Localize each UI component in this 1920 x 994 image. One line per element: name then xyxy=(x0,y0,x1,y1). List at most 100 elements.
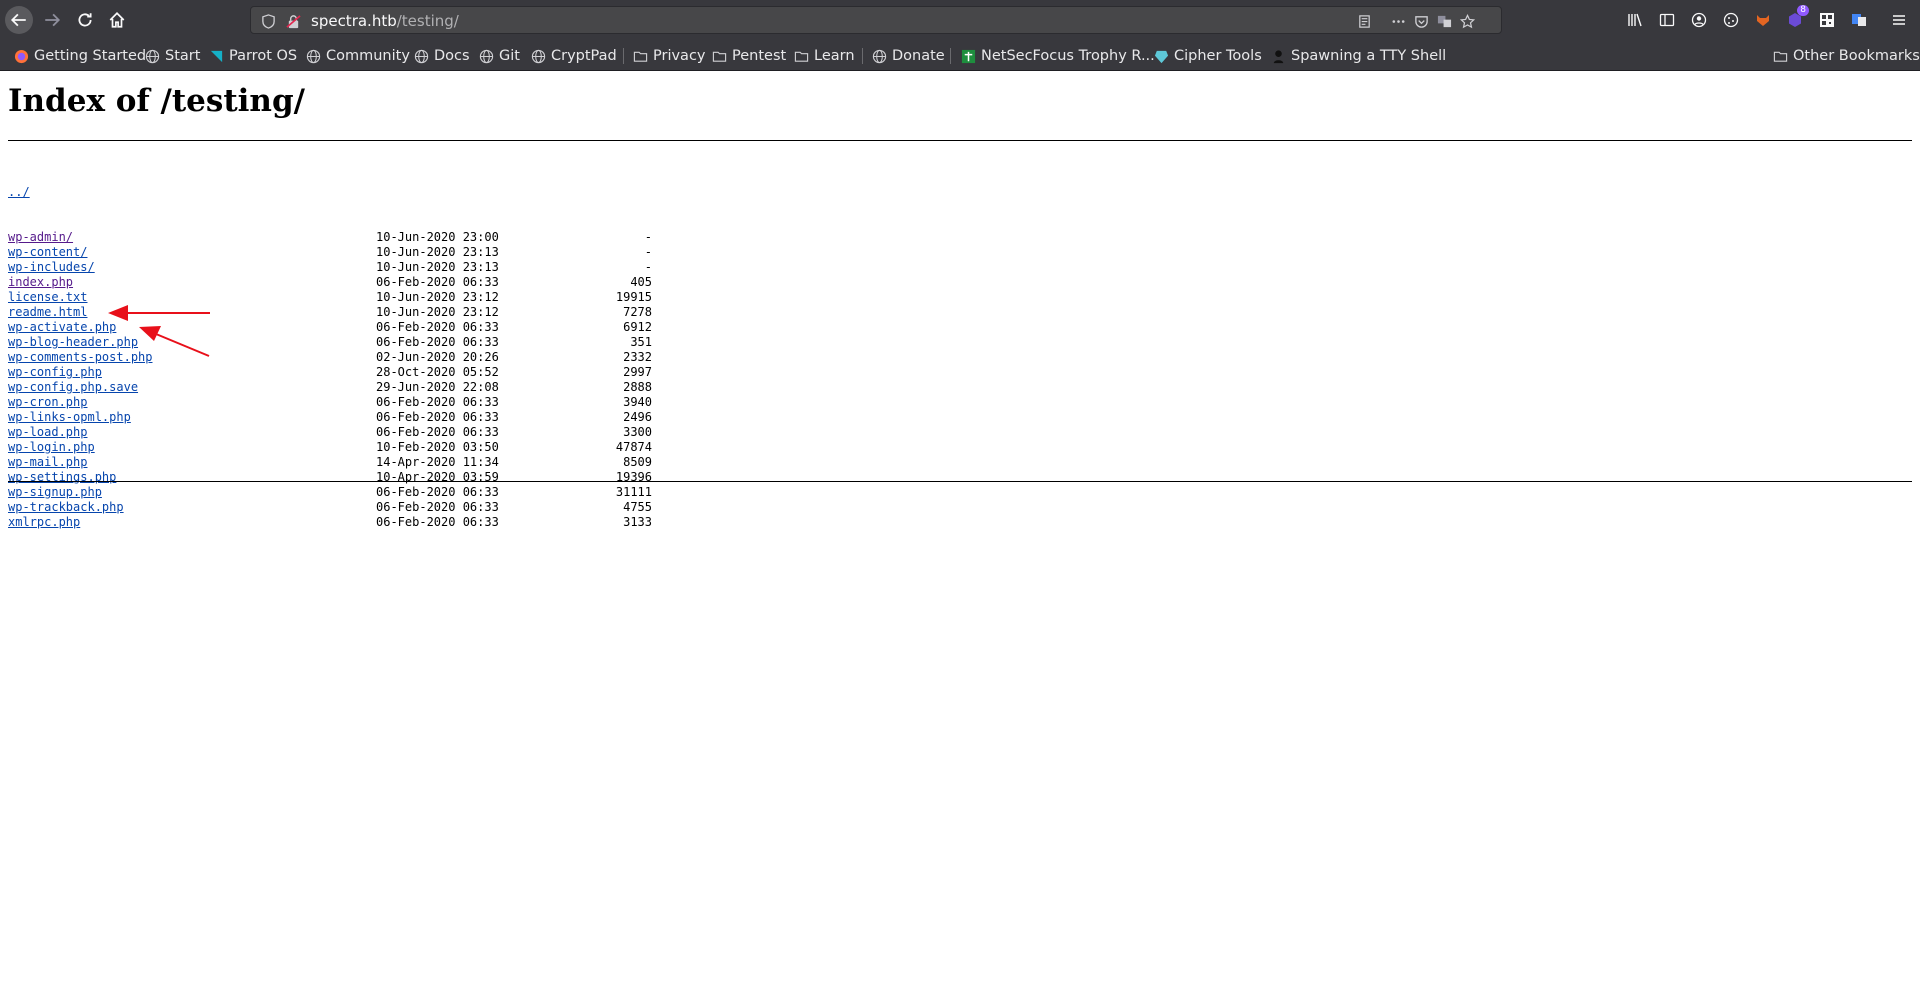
bookmark-netsecfocus[interactable]: NetSecFocus Trophy R... xyxy=(960,46,1155,66)
table-row: wp-config.php.save 29-Jun-2020 22:08 2888 xyxy=(8,380,652,395)
other-bookmarks[interactable]: Other Bookmarks xyxy=(1772,46,1920,66)
file-date: 29-Jun-2020 22:08 xyxy=(376,380,499,394)
menu-icon[interactable] xyxy=(1888,9,1910,31)
file-link[interactable]: wp-signup.php xyxy=(8,485,102,500)
file-link[interactable]: wp-comments-post.php xyxy=(8,350,153,365)
shield-icon[interactable] xyxy=(259,12,277,30)
bookmark-community[interactable]: Community xyxy=(305,46,410,66)
bookmark-label: CryptPad xyxy=(551,48,617,64)
bookmark-cryptpad[interactable]: CryptPad xyxy=(530,46,617,66)
bookmark-git[interactable]: Git xyxy=(478,46,520,66)
account-icon[interactable] xyxy=(1688,9,1710,31)
bookmark-label: Start xyxy=(165,48,201,64)
file-link[interactable]: wp-links-opml.php xyxy=(8,410,131,425)
file-link[interactable]: wp-trackback.php xyxy=(8,500,124,515)
file-link[interactable]: readme.html xyxy=(8,305,87,320)
back-button[interactable] xyxy=(5,6,33,34)
insecure-lock-icon[interactable] xyxy=(284,12,302,30)
library-icon[interactable] xyxy=(1624,9,1646,31)
file-date: 10-Apr-2020 03:59 xyxy=(376,470,499,484)
qr-code-icon[interactable] xyxy=(1816,9,1838,31)
bookmark-folder-pentest[interactable]: Pentest xyxy=(711,46,786,66)
reader-view-icon[interactable] xyxy=(1355,12,1373,30)
file-link[interactable]: wp-includes/ xyxy=(8,260,95,275)
file-link[interactable]: wp-settings.php xyxy=(8,470,116,485)
table-row: xmlrpc.php 06-Feb-2020 06:33 3133 xyxy=(8,515,652,530)
forward-button[interactable] xyxy=(38,6,66,34)
bottom-divider xyxy=(8,481,1912,482)
url-text[interactable]: spectra.htb/testing/ xyxy=(311,12,459,30)
pocket-icon[interactable] xyxy=(1412,12,1430,30)
file-date: 06-Feb-2020 06:33 xyxy=(376,335,499,349)
table-row: wp-mail.php 14-Apr-2020 11:34 8509 xyxy=(8,455,652,470)
bookmark-separator xyxy=(623,48,624,64)
file-link[interactable]: wp-mail.php xyxy=(8,455,87,470)
file-link[interactable]: wp-blog-header.php xyxy=(8,335,138,350)
page-actions-icon[interactable] xyxy=(1389,12,1407,30)
translate-icon[interactable] xyxy=(1435,12,1453,30)
url-bar[interactable]: spectra.htb/testing/ xyxy=(250,6,1502,34)
foxyproxy-icon[interactable] xyxy=(1752,9,1774,31)
globe-icon xyxy=(144,48,160,64)
bookmark-star-icon[interactable] xyxy=(1458,12,1476,30)
bookmark-start[interactable]: Start xyxy=(144,46,200,66)
file-link[interactable]: wp-content/ xyxy=(8,245,87,260)
table-row: wp-blog-header.php 06-Feb-2020 06:33 351 xyxy=(8,335,652,350)
file-date: 10-Jun-2020 23:00 xyxy=(376,230,499,244)
parent-directory-link[interactable]: ../ xyxy=(8,185,30,200)
bookmark-donate[interactable]: Donate xyxy=(871,46,945,66)
folder-icon xyxy=(793,48,809,64)
table-row: wp-comments-post.php 02-Jun-2020 20:26 233… xyxy=(8,350,652,365)
bookmark-label: Git xyxy=(499,48,520,64)
bookmark-folder-privacy[interactable]: Privacy xyxy=(632,46,706,66)
table-row: wp-login.php 10-Feb-2020 03:50 47874 xyxy=(8,440,652,455)
bookmark-label: Getting Started xyxy=(34,48,147,64)
file-size: - xyxy=(644,245,652,259)
file-link[interactable]: wp-config.php.save xyxy=(8,380,138,395)
bookmark-spawning-tty[interactable]: Spawning a TTY Shell xyxy=(1270,46,1446,66)
bookmark-folder-learn[interactable]: Learn xyxy=(793,46,855,66)
file-link[interactable]: wp-load.php xyxy=(8,425,87,440)
bookmark-label: Pentest xyxy=(732,48,787,64)
table-row: wp-cron.php 06-Feb-2020 06:33 3940 xyxy=(8,395,652,410)
file-link[interactable]: index.php xyxy=(8,275,73,290)
bookmark-separator xyxy=(862,48,863,64)
file-link[interactable]: wp-cron.php xyxy=(8,395,87,410)
file-link[interactable]: wp-login.php xyxy=(8,440,95,455)
bookmark-parrot-os[interactable]: Parrot OS xyxy=(208,46,297,66)
extension-badge: 8 xyxy=(1797,5,1809,16)
globe-icon xyxy=(413,48,429,64)
table-row: readme.html 10-Jun-2020 23:12 7278 xyxy=(8,305,652,320)
back-arrow-icon xyxy=(10,13,26,27)
extension-badge-icon[interactable]: 8 xyxy=(1784,5,1809,31)
file-date: 06-Feb-2020 06:33 xyxy=(376,500,499,514)
file-size: 2888 xyxy=(623,380,652,394)
parent-row: ../ xyxy=(8,185,37,200)
reload-button[interactable] xyxy=(71,6,99,34)
file-link[interactable]: license.txt xyxy=(8,290,87,305)
file-link[interactable]: wp-admin/ xyxy=(8,230,73,245)
firefox-icon xyxy=(13,48,29,64)
file-date: 06-Feb-2020 06:33 xyxy=(376,410,499,424)
bookmark-cipher-tools[interactable]: Cipher Tools xyxy=(1153,46,1262,66)
other-bookmarks-label: Other Bookmarks xyxy=(1793,48,1920,64)
sidebar-icon[interactable] xyxy=(1656,9,1678,31)
file-size: 2332 xyxy=(623,350,652,364)
file-size: 3300 xyxy=(623,425,652,439)
home-button[interactable] xyxy=(103,6,131,34)
google-translate-icon[interactable] xyxy=(1848,9,1870,31)
file-date: 06-Feb-2020 06:33 xyxy=(376,320,499,334)
bookmark-separator xyxy=(950,48,951,64)
file-link[interactable]: xmlrpc.php xyxy=(8,515,80,530)
file-link[interactable]: wp-activate.php xyxy=(8,320,116,335)
top-divider xyxy=(8,140,1912,141)
home-icon xyxy=(109,12,125,28)
bookmark-label: Parrot OS xyxy=(229,48,298,64)
bookmark-docs[interactable]: Docs xyxy=(413,46,470,66)
file-size: 405 xyxy=(630,275,652,289)
cookie-icon[interactable] xyxy=(1720,9,1742,31)
file-link[interactable]: wp-config.php xyxy=(8,365,102,380)
shell-icon xyxy=(1270,48,1286,64)
bookmark-getting-started[interactable]: Getting Started xyxy=(13,46,146,66)
file-date: 10-Jun-2020 23:12 xyxy=(376,305,499,319)
